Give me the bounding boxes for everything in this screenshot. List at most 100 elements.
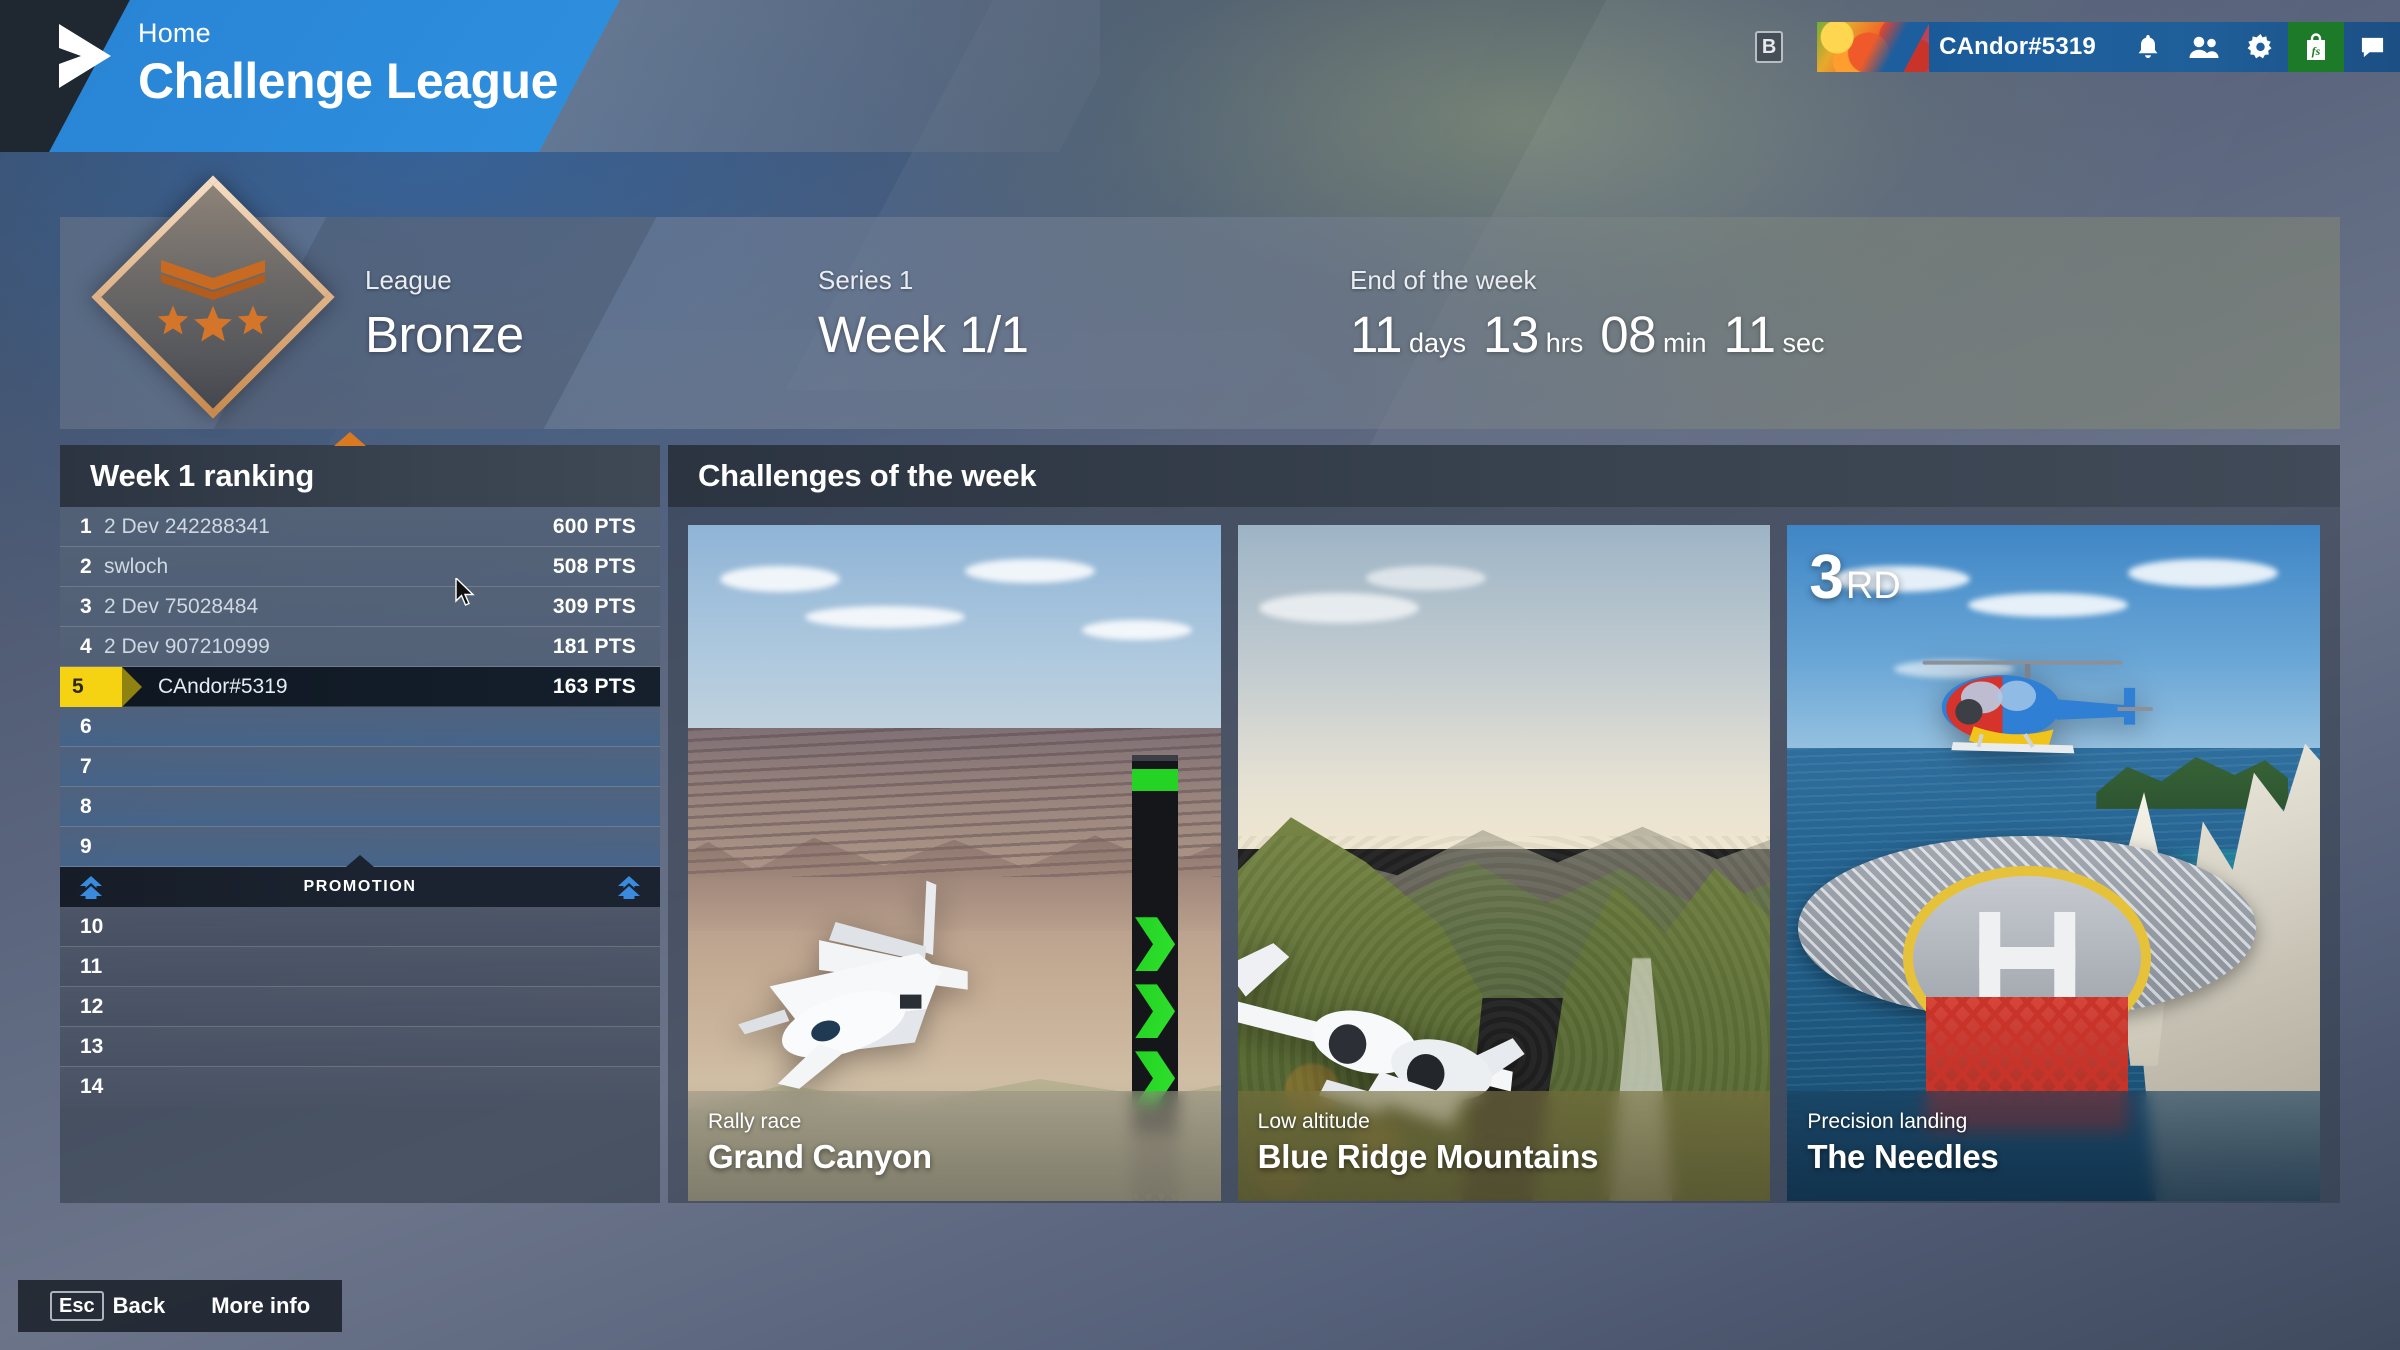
countdown-days-value: 11 [1350, 306, 1402, 363]
league-label: League [365, 265, 452, 295]
rank-position: 4 [80, 634, 92, 658]
gamer-bar[interactable]: CAndor#5319 fs [1817, 22, 2400, 72]
page-title: Challenge League [138, 53, 558, 109]
promotion-up-arrow-icon-right [616, 875, 642, 906]
footer-action-bar: Esc Back More info [18, 1280, 343, 1332]
card-title: Blue Ridge Mountains [1257, 1137, 1599, 1175]
rank-position: 5 [72, 674, 84, 698]
countdown-hours-value: 13 [1483, 306, 1539, 363]
challenge-card-the-needles[interactable]: 3 RD Precision landing The Needles [1787, 525, 2321, 1201]
rank-position: 8 [80, 794, 92, 818]
series-label: Series 1 [818, 265, 914, 295]
challenge-card-blue-ridge-mountains[interactable]: Low altitude Blue Ridge Mountains [1237, 525, 1771, 1201]
card-caption: Low altitude Blue Ridge Mountains [1237, 1091, 1771, 1201]
ranking-header: Week 1 ranking [60, 432, 660, 507]
rank-position: 1 [80, 514, 92, 538]
avatar[interactable] [1817, 22, 1930, 72]
rank-player: 2 Dev 907210999 [104, 634, 270, 658]
rank-position: 13 [80, 1034, 104, 1058]
promotion-divider: PROMOTION [60, 855, 660, 907]
gear-icon[interactable] [2232, 22, 2288, 72]
back-button[interactable]: Back [113, 1293, 166, 1319]
promotion-notch-icon [346, 855, 374, 867]
card-title: Grand Canyon [708, 1137, 932, 1175]
ranking-rows: 1 2 Dev 242288341 600 PTS 2 swloch 508 P… [60, 507, 660, 1107]
promotion-up-arrow-icon-left [78, 875, 104, 906]
helicopter-illustration [1922, 660, 2153, 753]
card-caption: Rally race Grand Canyon [688, 1091, 1221, 1201]
mouse-cursor-icon [455, 576, 477, 613]
card-rank-number: 3 [1809, 543, 1844, 612]
rank-points: 181 PTS [552, 634, 636, 658]
rank-position: 14 [80, 1075, 104, 1098]
rank-position: 3 [80, 594, 92, 618]
rank-position: 2 [80, 554, 92, 578]
countdown-days-unit: days [1408, 328, 1466, 358]
table-row[interactable]: 13 [60, 1027, 660, 1067]
rank-points: 508 PTS [552, 554, 636, 578]
challenges-header: Challenges of the week [668, 445, 2340, 507]
race-gate-pylon [1132, 754, 1179, 1134]
top-right-bar: B CAndor#5319 fs [1755, 22, 2400, 72]
challenge-card-grand-canyon[interactable]: Rally race Grand Canyon [688, 525, 1221, 1201]
badge-stars [156, 304, 270, 342]
table-row[interactable]: 10 [60, 907, 660, 947]
badge-chevron-icon [161, 260, 265, 300]
countdown-secs-unit: sec [1782, 328, 1825, 358]
card-rank-suffix: RD [1845, 565, 1901, 607]
jet-aircraft-illustration [738, 880, 968, 1089]
challenges-panel: Challenges of the week Rally race Grand … [668, 445, 2340, 1203]
card-subtitle: Rally race [708, 1110, 802, 1134]
challenges-title: Challenges of the week [698, 458, 1037, 493]
card-caption: Precision landing The Needles [1787, 1091, 2321, 1201]
league-column: League Bronze [365, 267, 524, 360]
bell-icon[interactable] [2120, 22, 2176, 72]
esc-key-hint: Esc [50, 1291, 104, 1321]
rank-position: 10 [80, 914, 104, 938]
rank-points: 163 PTS [552, 674, 636, 698]
league-value: Bronze [365, 306, 524, 363]
league-summary-panel: League Bronze Series 1 Week 1/1 End of t… [60, 175, 2340, 429]
card-title: The Needles [1807, 1137, 1999, 1175]
shop-bag-icon[interactable]: fs [2288, 22, 2344, 72]
card-subtitle: Low altitude [1257, 1110, 1370, 1134]
countdown-mins-unit: min [1662, 328, 1707, 358]
table-row[interactable]: 8 [60, 787, 660, 827]
week-value: Week 1/1 [818, 306, 1029, 363]
table-row[interactable]: 14 [60, 1067, 660, 1107]
current-player-badge: 5 [60, 666, 141, 707]
countdown-hours-unit: hrs [1545, 328, 1584, 358]
chevron-right-icon[interactable] [55, 22, 115, 90]
rank-player: 2 Dev 75028484 [104, 594, 259, 618]
table-row[interactable]: 11 [60, 947, 660, 987]
rank-player: swloch [104, 554, 169, 578]
rank-position: 7 [80, 754, 92, 778]
week-column: Series 1 Week 1/1 [818, 267, 1029, 360]
header-text-block: Home Challenge League [138, 20, 558, 109]
current-player-chevron-icon [122, 667, 142, 707]
table-row-current-player[interactable]: 5 CAndor#5319 163 PTS [60, 666, 660, 707]
promotion-label: PROMOTION [303, 878, 417, 895]
more-info-button[interactable]: More info [211, 1293, 310, 1319]
bronze-rank-diamond-icon [91, 152, 335, 442]
table-row[interactable]: 12 [60, 987, 660, 1027]
table-row[interactable]: 3 2 Dev 75028484 309 PTS [60, 587, 660, 627]
table-row[interactable]: 1 2 Dev 242288341 600 PTS [60, 507, 660, 547]
b-button-hint: B [1755, 31, 1784, 63]
badge-emblem [127, 211, 299, 383]
table-row[interactable]: 2 swloch 508 PTS [60, 547, 660, 587]
table-row[interactable]: 4 2 Dev 907210999 181 PTS [60, 627, 660, 667]
ranking-header-tick-icon [334, 432, 366, 446]
friends-icon[interactable] [2176, 22, 2232, 72]
breadcrumb[interactable]: Home [138, 20, 558, 47]
countdown-mins-value: 08 [1600, 306, 1656, 363]
message-icon[interactable] [2344, 22, 2400, 72]
helipad-illustration [1797, 835, 2257, 1134]
rank-points: 600 PTS [552, 514, 636, 538]
svg-text:fs: fs [2312, 44, 2321, 58]
countdown-label: End of the week [1350, 265, 1537, 295]
table-row[interactable]: 7 [60, 747, 660, 787]
table-row[interactable]: 6 [60, 707, 660, 747]
countdown-secs-value: 11 [1723, 306, 1776, 363]
rank-position: 11 [80, 954, 103, 978]
